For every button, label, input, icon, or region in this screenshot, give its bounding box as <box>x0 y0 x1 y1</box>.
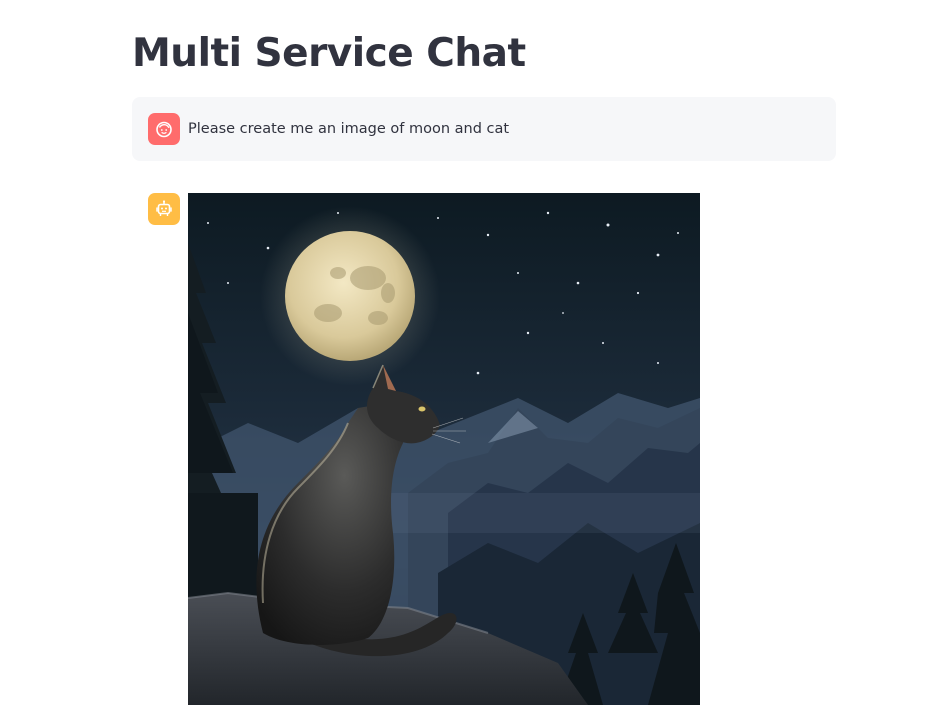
user-face-icon <box>148 113 180 145</box>
generated-image-moon-cat[interactable] <box>188 193 700 705</box>
robot-icon <box>148 193 180 225</box>
app-page: Multi Service Chat Please create me an i… <box>0 0 928 715</box>
user-chat-message: Please create me an image of moon and ca… <box>132 97 836 161</box>
page-title: Multi Service Chat <box>132 31 526 76</box>
user-message-text: Please create me an image of moon and ca… <box>188 121 510 137</box>
